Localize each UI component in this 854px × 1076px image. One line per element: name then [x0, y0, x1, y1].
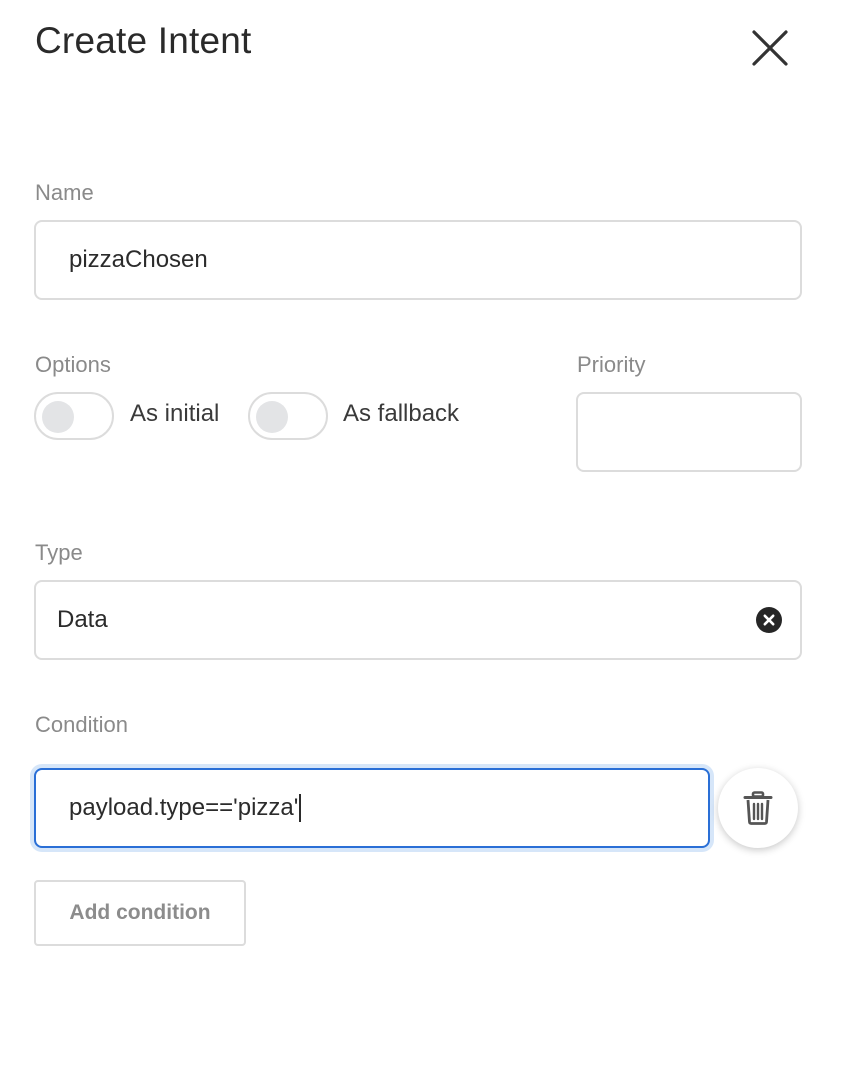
- condition-input[interactable]: payload.type=='pizza': [34, 768, 710, 848]
- name-value: pizzaChosen: [69, 246, 208, 273]
- close-icon: [752, 30, 788, 66]
- add-condition-button[interactable]: Add condition: [34, 880, 246, 946]
- as-initial-toggle[interactable]: [34, 392, 114, 440]
- as-fallback-toggle[interactable]: [248, 392, 328, 440]
- options-label: Options: [35, 352, 111, 377]
- name-label: Name: [35, 180, 94, 205]
- type-label: Type: [35, 540, 83, 565]
- create-intent-dialog: Create Intent Name pizzaChosen Options A…: [0, 0, 854, 1076]
- text-caret: [299, 794, 302, 822]
- delete-condition-button[interactable]: [718, 768, 798, 848]
- type-select[interactable]: Data: [34, 580, 802, 660]
- priority-label: Priority: [577, 352, 646, 377]
- priority-field[interactable]: [576, 392, 802, 472]
- name-field[interactable]: pizzaChosen: [34, 220, 802, 300]
- condition-value: payload.type=='pizza': [69, 794, 299, 821]
- close-button[interactable]: [748, 26, 792, 70]
- toggle-knob: [256, 401, 288, 433]
- dialog-title: Create Intent: [35, 20, 252, 61]
- trash-icon: [743, 791, 773, 825]
- as-fallback-label: As fallback: [343, 400, 460, 427]
- toggle-knob: [42, 401, 74, 433]
- condition-label: Condition: [35, 712, 128, 737]
- clear-icon[interactable]: [756, 607, 782, 633]
- type-value: Data: [57, 606, 108, 633]
- as-initial-label: As initial: [130, 400, 220, 427]
